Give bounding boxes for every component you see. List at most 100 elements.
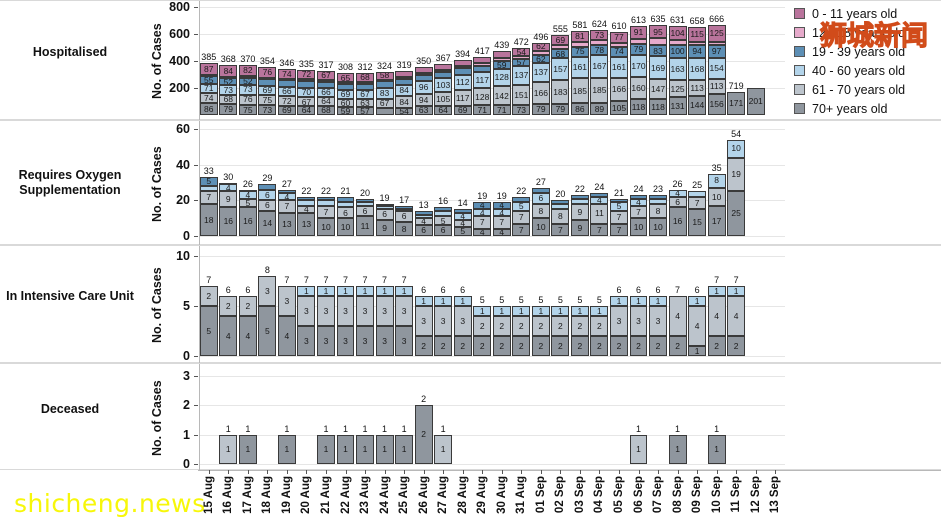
- bar-segment: [316, 200, 335, 206]
- bar-segment: 147: [649, 79, 668, 100]
- legend-item[interactable]: 0 - 11 years old: [794, 4, 941, 23]
- bar-segment: [551, 44, 570, 50]
- bar-segment: 69: [551, 35, 570, 45]
- bar-segment: 1: [668, 434, 687, 464]
- bar-segment: 2: [492, 336, 511, 356]
- legend-item[interactable]: 12 - 18 years old: [794, 23, 941, 42]
- bar-segment: 7: [277, 200, 296, 213]
- bar-total-label: 631: [670, 14, 686, 25]
- y-tick-mark: [194, 376, 198, 377]
- bar-segment: [219, 182, 238, 185]
- bar-segment: 3: [277, 286, 296, 316]
- bar-segment: 4: [453, 219, 472, 228]
- bar-segment: [316, 196, 335, 201]
- bar-segment: [297, 196, 316, 201]
- bar-segment: 3: [414, 306, 433, 336]
- bar-segment: 6: [531, 193, 550, 204]
- bar-segment: [375, 81, 394, 88]
- bar-segment: 1: [531, 306, 550, 316]
- bar-segment: 11: [590, 203, 609, 224]
- legend-item[interactable]: 40 - 60 years old: [794, 61, 941, 80]
- bar-segment: 7: [512, 211, 531, 224]
- bar-segment: 73: [590, 29, 609, 40]
- bar-segment: 3: [375, 296, 394, 326]
- bar-total-label: 1: [675, 423, 681, 434]
- x-tick-label: 04 Sep: [593, 476, 606, 514]
- bar-segment: 2: [434, 336, 453, 356]
- bar-total-label: 1: [382, 423, 388, 434]
- x-tick-mark: [579, 470, 581, 474]
- bar-segment: 71: [199, 83, 218, 94]
- bar-segment: 7: [609, 211, 628, 224]
- bar-segment: 84: [219, 65, 238, 77]
- bar-segment: [434, 211, 453, 217]
- bar-segment: 3: [609, 306, 628, 336]
- bar-segment: 2: [512, 316, 531, 336]
- bar-segment: [707, 41, 726, 45]
- bar-segment: 25: [727, 191, 746, 236]
- bar-segment: 113: [688, 80, 707, 96]
- bar-segment: 70: [297, 87, 316, 98]
- x-tick-mark: [736, 470, 738, 474]
- bar-segment: 1: [727, 286, 746, 296]
- legend-item[interactable]: 19 - 39 years old: [794, 42, 941, 61]
- legend-item[interactable]: 61 - 70 years old: [794, 80, 941, 99]
- panel-title: In Intensive Care Unit: [6, 289, 134, 303]
- panel-title: Deceased: [40, 401, 100, 416]
- bar-total-label: 6: [440, 285, 446, 295]
- bar-segment: 55: [199, 76, 218, 84]
- bar-total-label: 368: [220, 54, 236, 65]
- bar-segment: 3: [316, 296, 335, 326]
- x-tick-label: 05 Sep: [612, 476, 625, 514]
- bar-total-label: 27: [535, 176, 546, 187]
- bar-segment: 5: [238, 198, 257, 208]
- bar-segment: 201: [746, 87, 765, 115]
- bar-segment: 64: [297, 106, 316, 115]
- bar-segment: [316, 81, 335, 89]
- panel-title: Hospitalised: [32, 45, 108, 59]
- legend-item[interactable]: 70+ years old: [794, 99, 941, 118]
- bar-segment: 1: [629, 434, 648, 464]
- bar-total-label: 472: [513, 37, 529, 48]
- y-tick-mark: [194, 256, 198, 257]
- bar-total-label: 19: [379, 192, 390, 203]
- y-tick-label: 0: [183, 457, 190, 471]
- bar-segment: [375, 108, 394, 115]
- bar-segment: 73: [219, 85, 238, 96]
- gridline: [199, 164, 785, 166]
- bar-segment: 6: [668, 196, 687, 208]
- x-axis-line: [198, 470, 941, 471]
- x-tick-mark: [677, 470, 679, 474]
- bar-segment: 1: [551, 306, 570, 316]
- bar-segment: 3: [336, 326, 355, 356]
- bar-segment: 1: [356, 434, 375, 464]
- bar-segment: 10: [629, 218, 648, 236]
- bar-segment: [570, 41, 589, 47]
- y-tick-label: 20: [176, 193, 190, 208]
- bar-total-label: 7: [382, 275, 388, 285]
- bar-segment: 2: [668, 336, 687, 356]
- x-axis: 15 Aug 16 Aug 17 Aug 18 Aug 19 Aug 20 Aug 21 A…: [0, 470, 941, 529]
- bar-segment: [238, 76, 257, 79]
- bar-total-label: 5: [557, 295, 563, 305]
- gridline: [199, 256, 785, 257]
- x-tick-mark: [716, 470, 718, 474]
- x-tick-label: 09 Sep: [691, 476, 704, 514]
- bar-segment: 67: [297, 97, 316, 107]
- bar-segment: 113: [707, 78, 726, 94]
- bar-total-label: 54: [731, 128, 742, 139]
- bar-total-label: 1: [401, 423, 407, 434]
- y-tick-mark: [194, 200, 198, 202]
- bar-total-label: 308: [337, 62, 354, 73]
- bar-segment: 1: [395, 286, 414, 296]
- bar-segment: 1: [238, 434, 257, 464]
- bar-segment: 4: [297, 205, 316, 213]
- bar-segment: [395, 209, 414, 212]
- x-tick-label: 19 Aug: [280, 476, 293, 514]
- bar-total-label: 6: [421, 285, 427, 295]
- bar-segment: 166: [609, 78, 628, 101]
- bar-total-label: 6: [694, 285, 700, 295]
- bar-segment: 2: [512, 336, 531, 356]
- bar-segment: 3: [336, 296, 355, 326]
- x-tick-label: 08 Sep: [671, 476, 684, 514]
